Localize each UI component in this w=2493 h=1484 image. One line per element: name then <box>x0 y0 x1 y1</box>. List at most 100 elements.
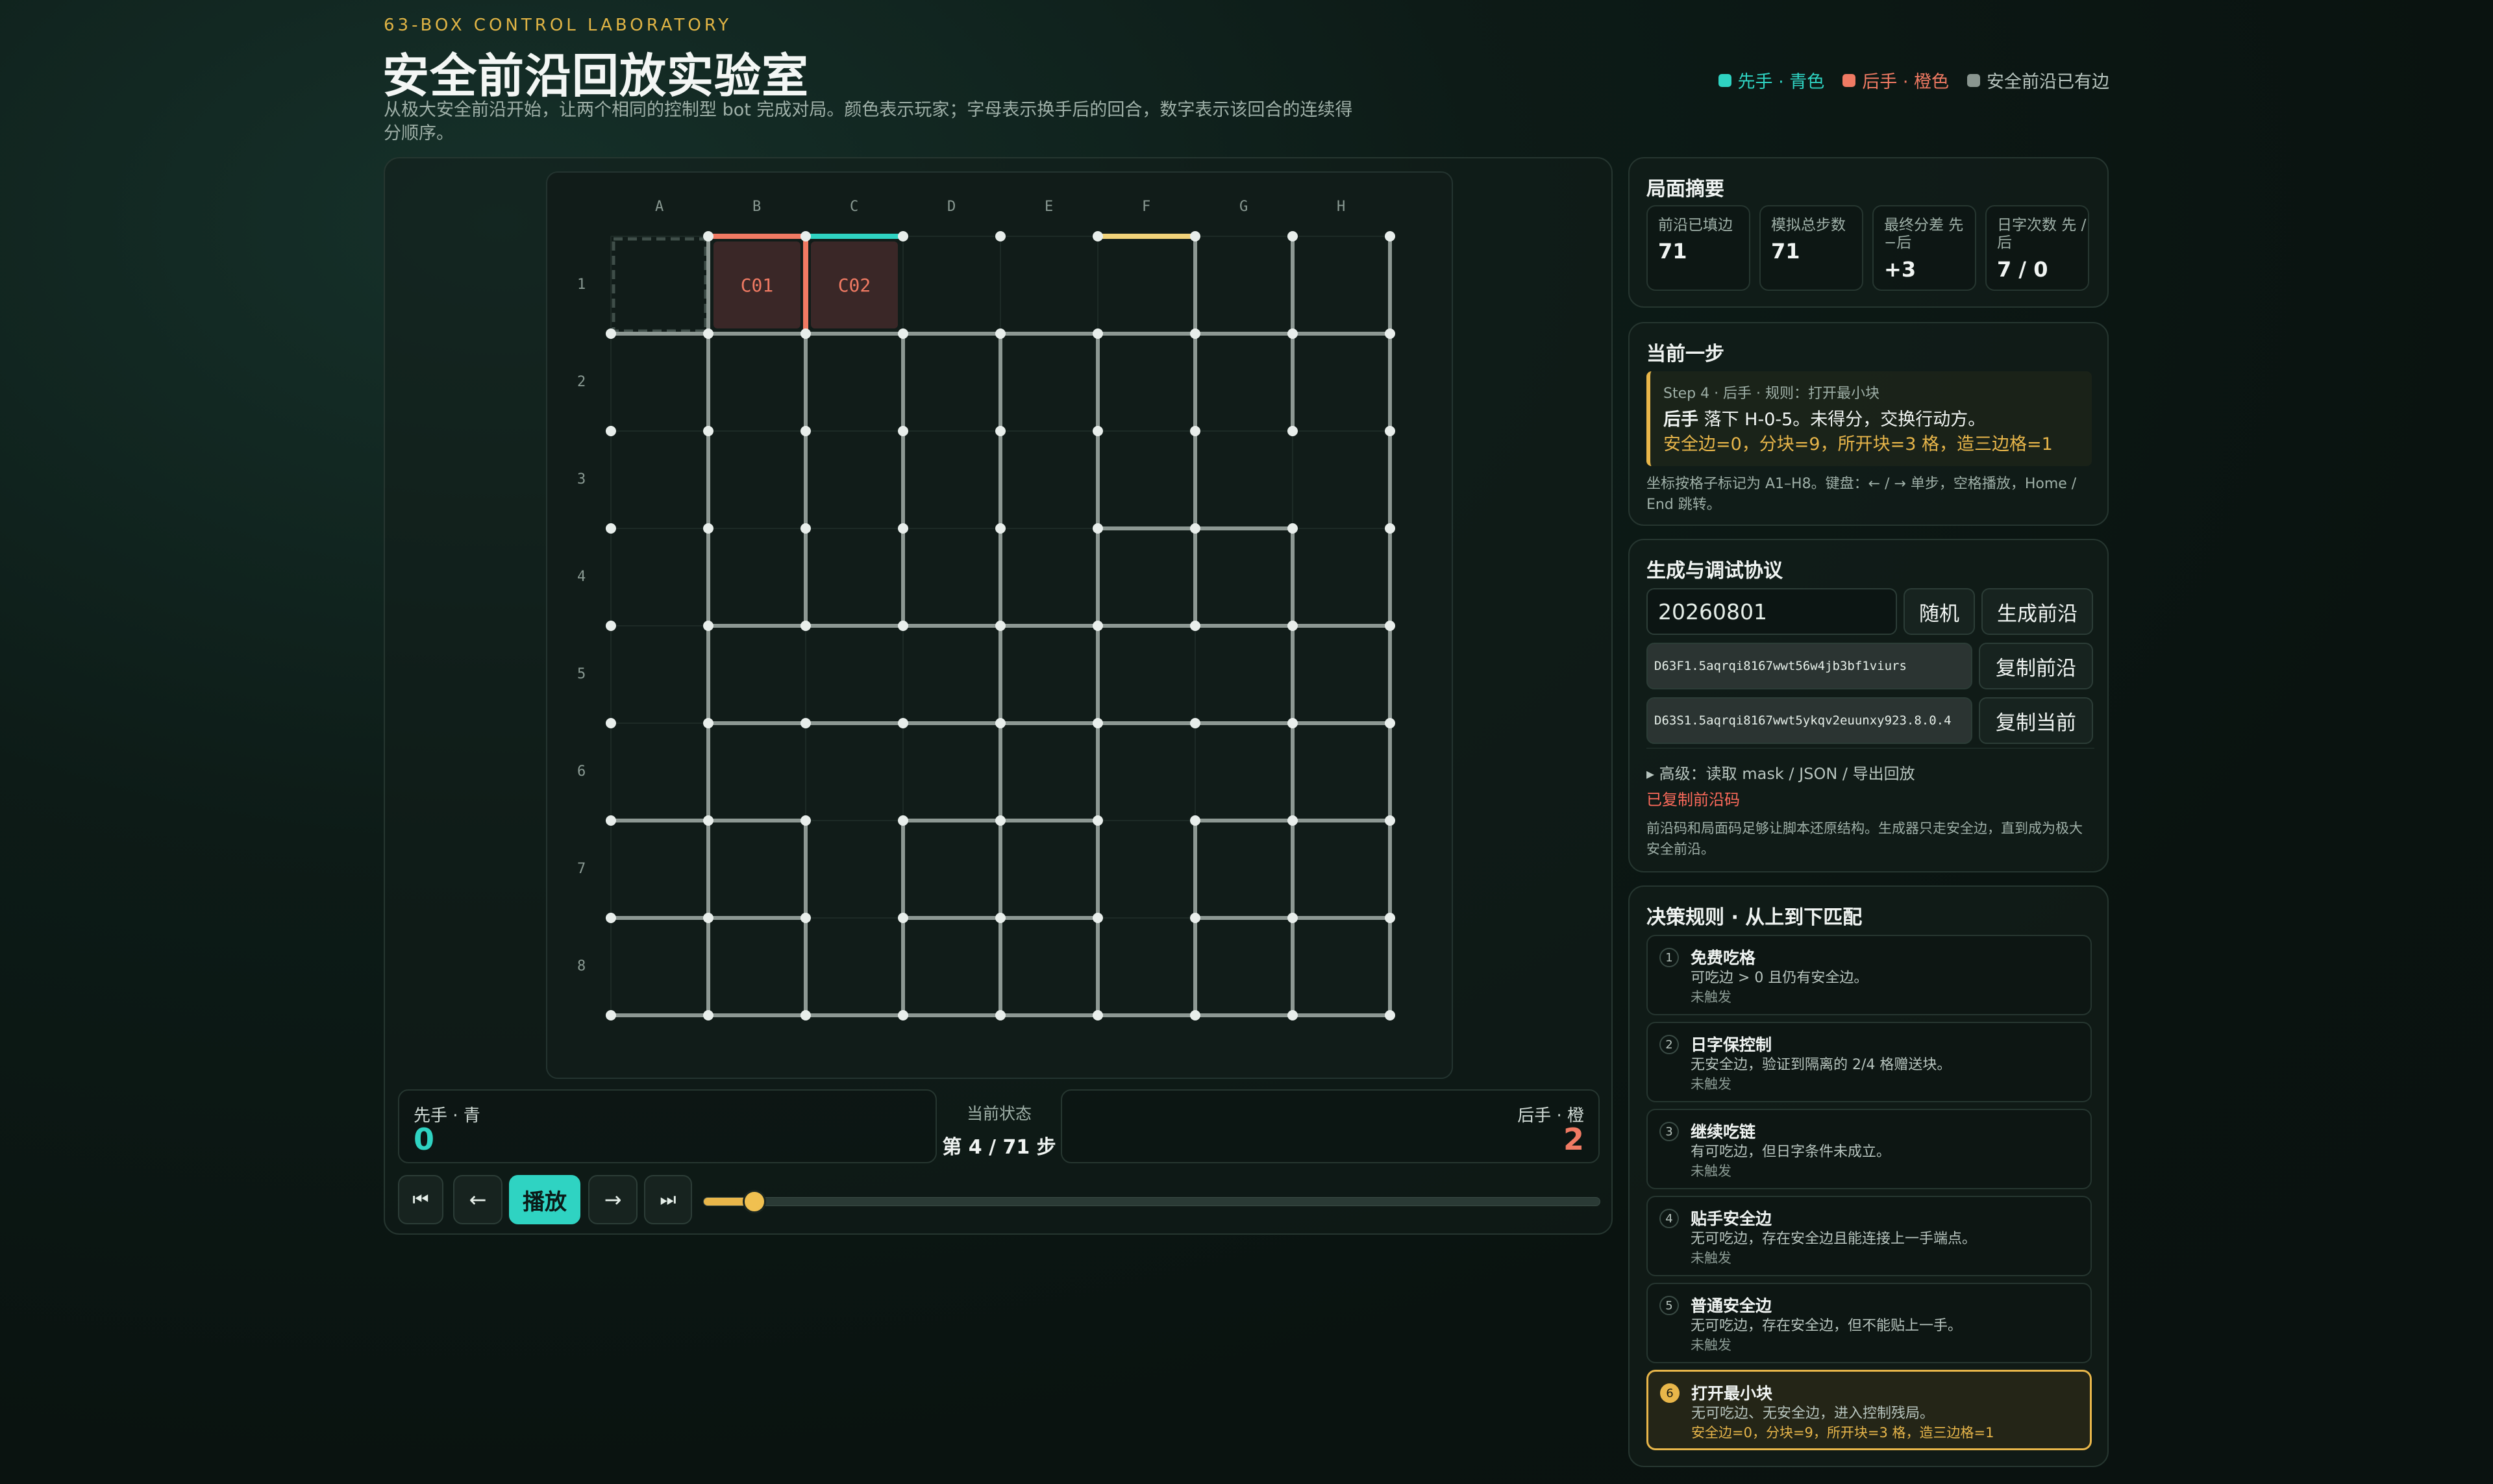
page-subtitle: 从极大安全前沿开始，让两个相同的控制型 bot 完成对局。颜色表示玩家；字母表示… <box>384 100 1353 143</box>
rule-item-1: 1 免费吃格 可吃边 > 0 且仍有安全边。 未触发 <box>1646 935 2092 1015</box>
rule-state: 未触发 <box>1691 1076 1731 1092</box>
grid-dot <box>800 621 811 631</box>
grid-dot <box>1287 426 1298 436</box>
grid-dot <box>800 231 811 241</box>
seed-input[interactable]: 20260801 <box>1646 588 1897 635</box>
status-value: 第 4 / 71 步 <box>942 1136 1056 1159</box>
grid-dot <box>1287 621 1298 631</box>
first-player-score-value: 0 <box>414 1122 435 1157</box>
hover-cell-a1 <box>612 237 708 333</box>
grid-dot <box>1385 231 1395 241</box>
grid-dot <box>703 231 713 241</box>
grid-dot <box>606 621 616 631</box>
grid-dot <box>898 426 908 436</box>
page-title: 安全前沿回放实验室 <box>382 49 810 103</box>
stat-frontier-edges-value: 71 <box>1658 239 1687 264</box>
rule-number: 5 <box>1659 1296 1679 1315</box>
step-slider[interactable] <box>703 1190 1600 1213</box>
grid-dot <box>995 328 1006 339</box>
keyboard-hint: 坐标按格子标记为 A1–H8。键盘：← / → 单步，空格播放，Home / E… <box>1646 476 2077 513</box>
rule-state: 安全边=0，分块=9，所开块=3 格，造三边格=1 <box>1691 1425 1994 1441</box>
grid-dot <box>606 913 616 923</box>
rule-number: 6 <box>1660 1383 1680 1403</box>
grid-dot <box>1093 913 1103 923</box>
play-button[interactable]: 播放 <box>509 1175 580 1224</box>
legend-first-label: 先手 · 青色 <box>1737 72 1825 92</box>
grid-dot <box>1190 1010 1200 1020</box>
grid-dot <box>1190 913 1200 923</box>
grid-dot <box>1093 328 1103 339</box>
grid-dot <box>1385 621 1395 631</box>
stat-final-diff-label: 最终分差 先−后 <box>1884 217 1964 251</box>
grid-dot <box>898 718 908 728</box>
rule-item-3: 3 继续吃链 有可吃边，但日字条件未成立。 未触发 <box>1646 1109 2092 1189</box>
grid-dot <box>1385 328 1395 339</box>
rule-desc: 无可吃边，存在安全边且能连接上一手端点。 <box>1691 1231 1977 1247</box>
grid-dot <box>1287 913 1298 923</box>
rule-number: 3 <box>1659 1122 1679 1141</box>
grid-dot <box>898 815 908 826</box>
current-step-action: 后手 落下 H-0-5。未得分，交换行动方。 <box>1663 405 1985 430</box>
legend-frontier-swatch <box>1967 73 1980 87</box>
box-label: C02 <box>838 275 871 296</box>
rule-item-2: 2 日字保控制 无安全边，验证到隔离的 2/4 格赠送块。 未触发 <box>1646 1022 2092 1102</box>
protocol-note: 前沿码和局面码足够让脚本还原结构。生成器只走安全边，直到成为极大安全前沿。 <box>1646 821 2083 857</box>
grid-dot <box>703 621 713 631</box>
grid-dot <box>800 815 811 826</box>
rule-state: 未触发 <box>1691 1250 1731 1266</box>
grid-dot <box>800 913 811 923</box>
grid-dot <box>1190 815 1200 826</box>
grid-dot <box>1287 231 1298 241</box>
current-step-title: 当前一步 <box>1646 343 1724 365</box>
grid-dot <box>606 1010 616 1020</box>
summary-card: 局面摘要 前沿已填边 71 模拟总步数 71 最终分差 先−后 +3 日字次数 … <box>1628 157 2109 308</box>
grid-dot <box>703 718 713 728</box>
board: A B C D E F G H 1 2 3 4 5 6 7 8 C01 C02 <box>546 171 1453 1079</box>
step-forward-button[interactable]: → <box>588 1175 638 1224</box>
stat-frontier-edges: 前沿已填边 71 <box>1646 205 1750 291</box>
rule-item-4: 4 贴手安全边 无可吃边，存在安全边且能连接上一手端点。 未触发 <box>1646 1196 2092 1276</box>
jump-first-button[interactable]: ⏮ <box>398 1175 443 1224</box>
random-button[interactable]: 随机 <box>1904 588 1975 635</box>
state-code-field[interactable]: D63S1.5aqrqi8167wwt5ykqv2euunxy923.8.0.4 <box>1646 697 1972 744</box>
dots-and-boxes-grid[interactable]: C01 C02 <box>547 173 1454 1080</box>
grid-dot <box>606 718 616 728</box>
grid-dot <box>1287 328 1298 339</box>
legend-frontier-label: 安全前沿已有边 <box>1987 72 2109 92</box>
grid-dot <box>995 621 1006 631</box>
legend: 先手 · 青色 后手 · 橙色 安全前沿已有边 <box>1718 68 2109 93</box>
stat-final-diff-value: +3 <box>1884 257 1916 282</box>
grid-dot <box>606 815 616 826</box>
generate-frontier-button[interactable]: 生成前沿 <box>1981 588 2093 635</box>
protocol-card: 生成与调试协议 20260801 随机 生成前沿 D63F1.5aqrqi816… <box>1628 539 2109 872</box>
grid-dot <box>1093 621 1103 631</box>
advanced-toggle[interactable]: ▸ 高级：读取 mask / JSON / 导出回放 <box>1646 761 1915 784</box>
grid-dot <box>703 1010 713 1020</box>
rule-desc: 可吃边 > 0 且仍有安全边。 <box>1691 970 1868 986</box>
grid-dot <box>1093 718 1103 728</box>
jump-last-button[interactable]: ⏭ <box>644 1175 692 1224</box>
copy-state-button[interactable]: 复制当前 <box>1979 697 2093 744</box>
step-back-button[interactable]: ← <box>453 1175 502 1224</box>
second-player-score: 后手 · 橙 2 <box>1061 1089 1600 1163</box>
grid-dot <box>1093 1010 1103 1020</box>
current-step-player: 后手 <box>1663 410 1698 430</box>
grid-dot <box>1385 913 1395 923</box>
rules-title: 决策规则 · 从上到下匹配 <box>1646 906 1863 929</box>
grid-dot <box>800 523 811 534</box>
legend-second-label: 后手 · 橙色 <box>1862 72 1949 92</box>
grid-dot <box>1287 523 1298 534</box>
rule-desc: 有可吃边，但日字条件未成立。 <box>1691 1144 1891 1160</box>
grid-dot <box>898 328 908 339</box>
grid-dot <box>995 523 1006 534</box>
grid-dot <box>898 913 908 923</box>
grid-dot <box>800 718 811 728</box>
copy-frontier-button[interactable]: 复制前沿 <box>1979 643 2093 689</box>
frontier-code-field[interactable]: D63F1.5aqrqi8167wwt56w4jb3bf1viurs <box>1646 643 1972 689</box>
grid-dot <box>1385 523 1395 534</box>
grid-dot <box>1093 426 1103 436</box>
step-slider-thumb[interactable] <box>742 1190 766 1213</box>
rule-name: 免费吃格 <box>1691 948 1756 967</box>
rule-desc: 无可吃边，存在安全边，但不能贴上一手。 <box>1691 1318 1963 1334</box>
copied-status: 已复制前沿码 <box>1646 791 1740 809</box>
